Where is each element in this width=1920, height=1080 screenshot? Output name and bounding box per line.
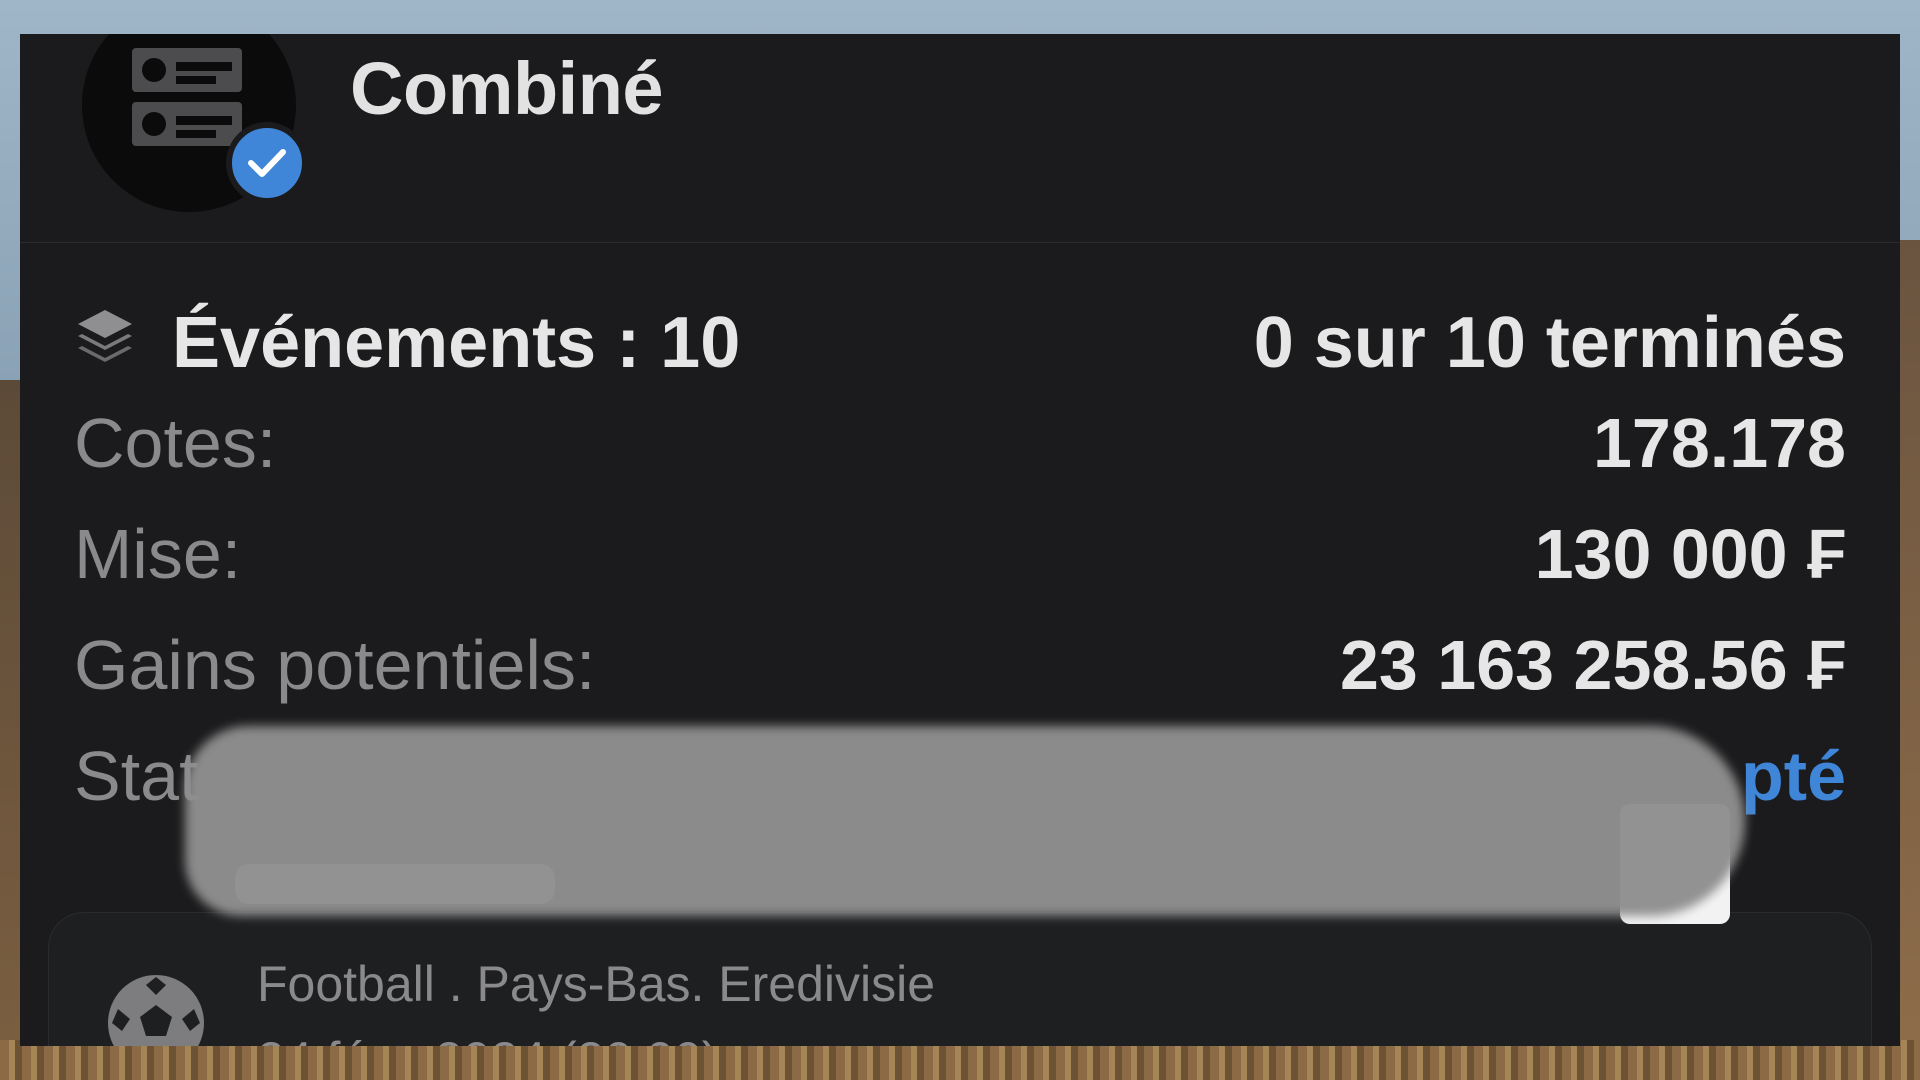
stake-value: 130 000 ₣ [1534,515,1846,593]
event-date: 24 févr. 2024 (20:00) [257,1031,718,1046]
event-card[interactable]: Football . Pays-Bas. Eredivisie 24 févr.… [48,912,1872,1046]
redaction-blur [185,726,1745,916]
soccer-ball-icon [108,975,204,1046]
status-label: Stat [74,737,199,815]
potential-winnings-label: Gains potentiels: [74,626,596,704]
potential-winnings-value: 23 163 258.56 ₣ [1339,626,1846,704]
layers-icon [78,310,132,362]
stake-label: Mise: [74,515,242,593]
event-league: Football . Pays-Bas. Eredivisie [257,956,936,1012]
odds-row: Cotes: 178.178 [74,399,1846,495]
odds-label: Cotes: [74,404,277,482]
status-value: pté [1741,737,1846,815]
odds-value: 178.178 [1592,404,1846,482]
bet-type-title: Combiné [350,47,664,130]
verified-badge [226,122,308,204]
bet-header: Combiné [20,34,1900,243]
stake-row: Mise: 130 000 ₣ [74,510,1846,606]
events-count: Événements : 10 [172,303,741,383]
document-list-icon [132,48,242,146]
potential-winnings-row: Gains potentiels: 23 163 258.56 ₣ [74,621,1846,717]
check-icon [248,149,286,177]
background-left-edge [0,380,22,1040]
events-row[interactable]: Événements : 10 0 sur 10 terminés [74,292,1846,388]
events-status: 0 sur 10 terminés [1253,303,1846,383]
bet-card: Combiné Événements : 10 0 sur 10 terminé… [20,34,1900,1046]
